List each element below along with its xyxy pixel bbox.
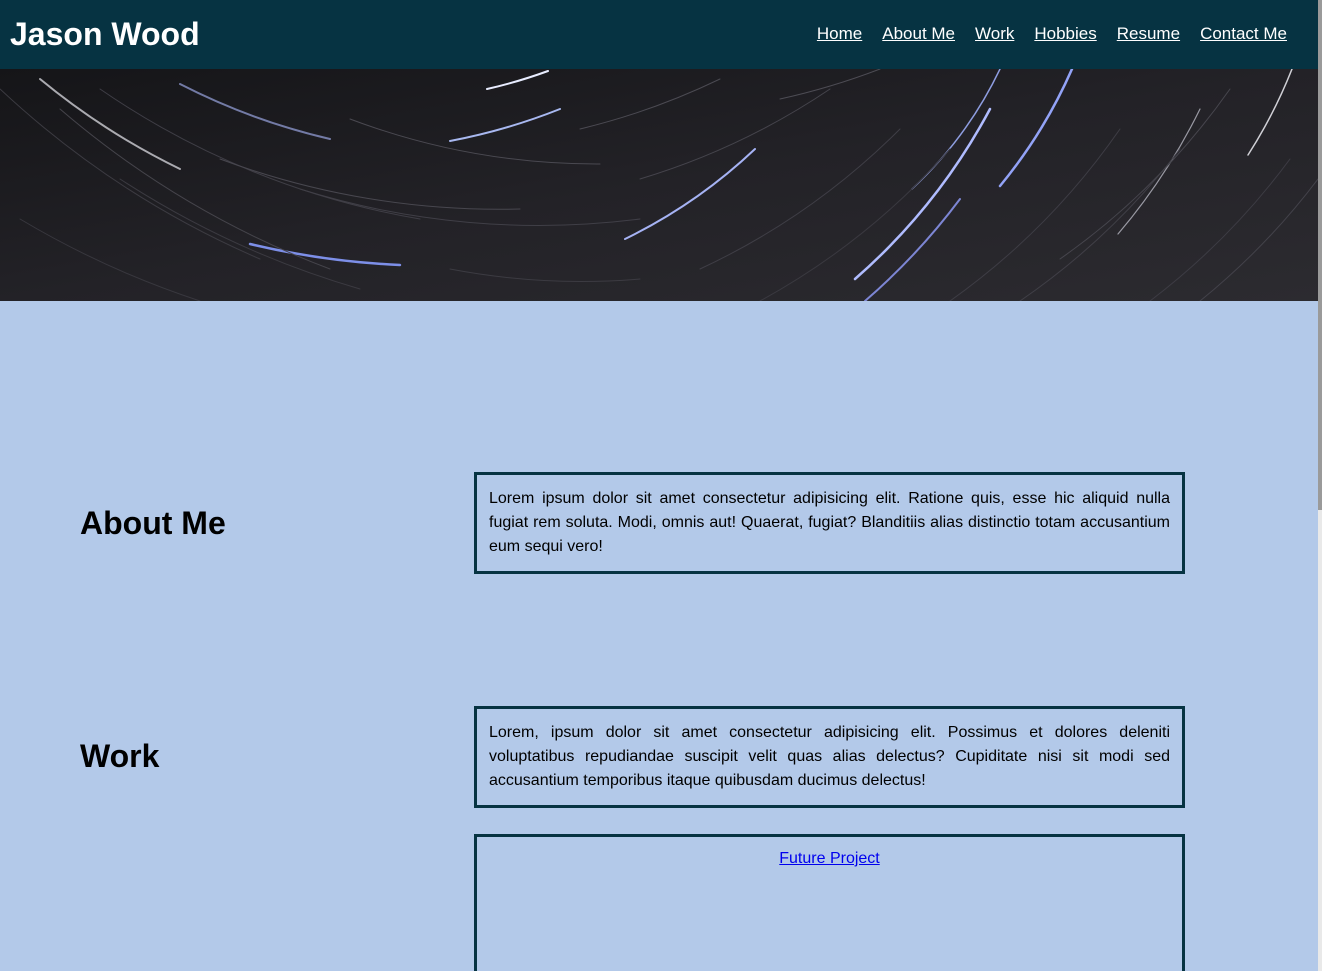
about-text-box: Lorem ipsum dolor sit amet consectetur a…: [474, 472, 1185, 574]
site-header: Jason Wood Home About Me Work Hobbies Re…: [0, 0, 1318, 69]
scrollbar-thumb[interactable]: [1318, 0, 1322, 510]
site-title: Jason Wood: [10, 16, 200, 52]
about-heading: About Me: [80, 505, 226, 541]
nav-link-work[interactable]: Work: [975, 24, 1014, 44]
nav-link-home[interactable]: Home: [817, 24, 862, 44]
work-text: Lorem, ipsum dolor sit amet consectetur …: [489, 724, 1170, 789]
nav-link-resume[interactable]: Resume: [1117, 24, 1180, 44]
work-text-box: Lorem, ipsum dolor sit amet consectetur …: [474, 706, 1185, 808]
work-heading: Work: [80, 738, 160, 774]
future-project-card: Future Project: [474, 834, 1185, 971]
nav-link-contact-me[interactable]: Contact Me: [1200, 24, 1287, 44]
future-project-link[interactable]: Future Project: [779, 850, 879, 868]
hero-star-trails-image: [0, 69, 1318, 301]
page: Jason Wood Home About Me Work Hobbies Re…: [0, 0, 1318, 971]
star-trails-graphic: [0, 69, 1318, 301]
about-text: Lorem ipsum dolor sit amet consectetur a…: [489, 490, 1170, 555]
nav-link-about-me[interactable]: About Me: [882, 24, 955, 44]
page-scrollbar[interactable]: [1318, 0, 1322, 971]
nav-link-hobbies[interactable]: Hobbies: [1034, 24, 1096, 44]
main-nav: Home About Me Work Hobbies Resume Contac…: [817, 24, 1287, 44]
